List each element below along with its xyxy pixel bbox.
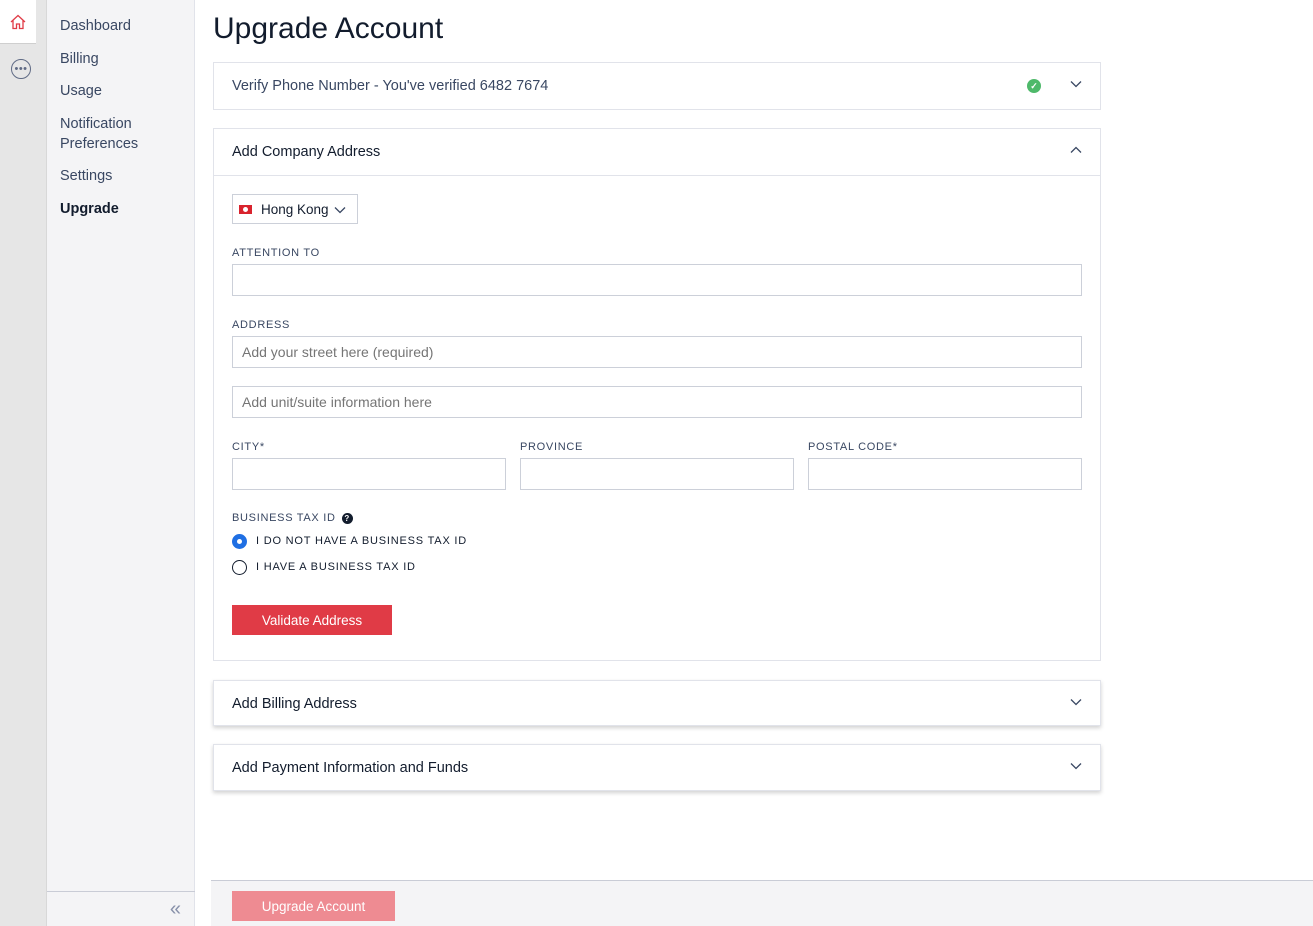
province-field[interactable] — [520, 458, 794, 490]
attention-to-label: ATTENTION TO — [232, 247, 320, 259]
page-title: Upgrade Account — [213, 12, 444, 45]
unit-suite-field[interactable] — [232, 386, 1082, 418]
chevron-down-icon[interactable] — [1070, 78, 1082, 90]
sidebar-item-dashboard[interactable]: Dashboard — [47, 16, 194, 36]
page-footer: Upgrade Account — [211, 880, 1313, 926]
payment-info-panel[interactable]: Add Payment Information and Funds — [213, 744, 1101, 791]
city-label: CITY* — [232, 441, 265, 453]
city-field[interactable] — [232, 458, 506, 490]
help-icon[interactable]: ? — [341, 512, 353, 524]
sidebar-item-upgrade[interactable]: Upgrade — [47, 199, 194, 219]
billing-address-header[interactable]: Add Billing Address — [214, 681, 1100, 727]
app-rail: ••• — [0, 0, 47, 926]
chevron-down-icon — [334, 207, 346, 214]
sidebar-item-settings[interactable]: Settings — [47, 166, 194, 186]
chevron-up-icon[interactable] — [1070, 144, 1082, 156]
business-tax-id-label: BUSINESS TAX ID? — [232, 512, 353, 524]
country-select-value: Hong Kong — [261, 201, 329, 217]
hong-kong-flag-icon — [239, 204, 252, 214]
verify-phone-title: Verify Phone Number - You've verified 64… — [232, 78, 549, 94]
validate-address-button[interactable]: Validate Address — [232, 605, 392, 635]
payment-info-title: Add Payment Information and Funds — [232, 760, 469, 776]
more-icon[interactable]: ••• — [11, 59, 31, 79]
no-tax-id-radio[interactable] — [232, 534, 247, 549]
sidebar-item-notification-preferences[interactable]: Notification Preferences — [47, 114, 194, 154]
billing-address-title: Add Billing Address — [232, 696, 357, 712]
province-label: PROVINCE — [520, 441, 584, 453]
postal-code-field[interactable] — [808, 458, 1082, 490]
upgrade-account-button[interactable]: Upgrade Account — [232, 891, 395, 921]
chevron-down-icon[interactable] — [1070, 760, 1082, 772]
attention-to-field[interactable] — [232, 264, 1082, 296]
no-tax-id-label[interactable]: I DO NOT HAVE A BUSINESS TAX ID — [256, 535, 467, 547]
has-tax-id-label[interactable]: I HAVE A BUSINESS TAX ID — [256, 561, 416, 573]
company-address-panel: Add Company Address Hong Kong ATTENTION … — [213, 128, 1101, 661]
sidebar-collapse-button[interactable]: « — [47, 891, 195, 926]
country-select[interactable]: Hong Kong — [232, 194, 358, 224]
sidebar-item-billing[interactable]: Billing — [47, 49, 194, 69]
company-address-header[interactable]: Add Company Address — [214, 129, 1100, 176]
verify-phone-header[interactable]: Verify Phone Number - You've verified 64… — [214, 63, 1100, 109]
business-tax-id-label-text: BUSINESS TAX ID — [232, 512, 336, 524]
double-chevron-left-icon: « — [169, 898, 181, 920]
company-address-title: Add Company Address — [232, 144, 381, 160]
chevron-down-icon[interactable] — [1070, 696, 1082, 708]
payment-info-header[interactable]: Add Payment Information and Funds — [214, 745, 1100, 791]
postal-code-label: POSTAL CODE* — [808, 441, 898, 453]
home-icon[interactable] — [0, 0, 36, 44]
billing-address-panel[interactable]: Add Billing Address — [213, 680, 1101, 726]
sidebar-item-usage[interactable]: Usage — [47, 81, 194, 101]
address-label: ADDRESS — [232, 319, 291, 331]
verify-phone-panel[interactable]: Verify Phone Number - You've verified 64… — [213, 62, 1101, 110]
check-circle-icon: ✓ — [1027, 79, 1041, 93]
sidebar-nav: Dashboard Billing Usage Notification Pre… — [47, 0, 195, 926]
street-field[interactable] — [232, 336, 1082, 368]
has-tax-id-radio[interactable] — [232, 560, 247, 575]
